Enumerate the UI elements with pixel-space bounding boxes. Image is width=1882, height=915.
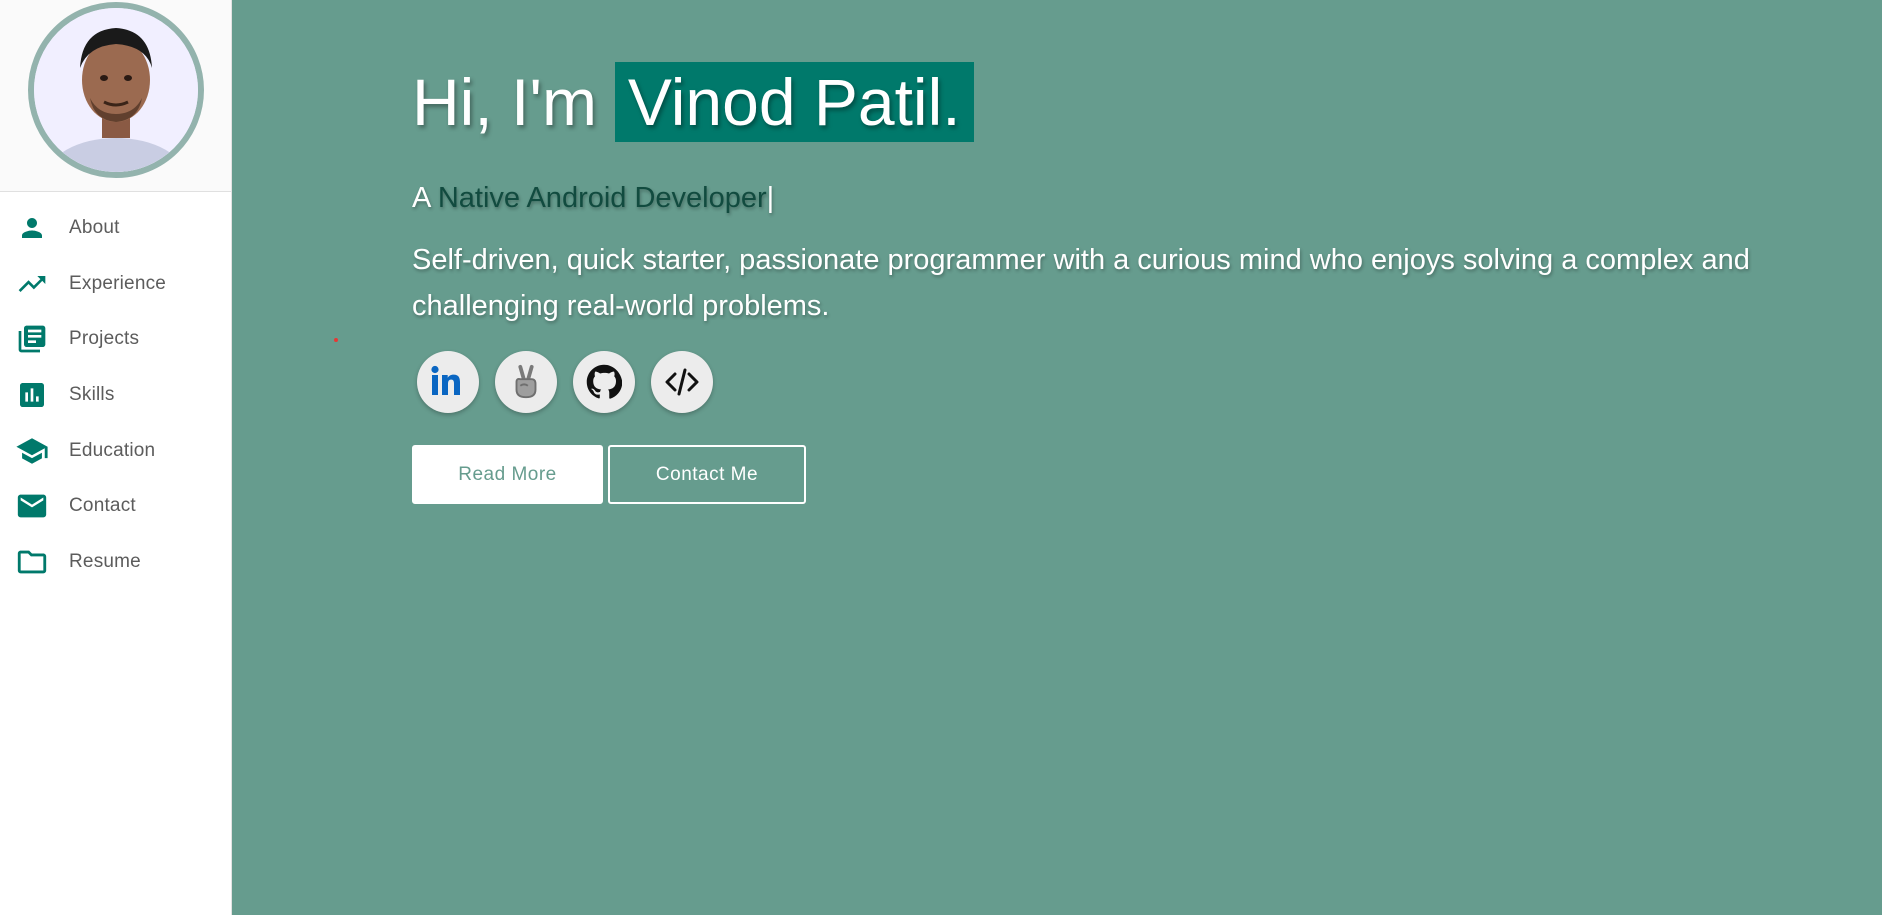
sidebar-nav: About Experience Projects Skills Educati… <box>0 192 231 590</box>
hero-name: Vinod Patil. <box>614 62 974 142</box>
social-links <box>412 351 1772 413</box>
sidebar-item-skills[interactable]: Skills <box>0 367 231 423</box>
sidebar-item-resume[interactable]: Resume <box>0 534 231 590</box>
folder-icon <box>14 544 50 580</box>
angellist-icon <box>515 364 537 399</box>
code-link[interactable] <box>651 351 713 413</box>
sidebar-item-contact[interactable]: Contact <box>0 478 231 534</box>
sidebar-item-label: Education <box>69 439 156 461</box>
sidebar-item-education[interactable]: Education <box>0 423 231 479</box>
sidebar: About Experience Projects Skills Educati… <box>0 0 232 915</box>
contact-me-button[interactable]: Contact Me <box>608 445 806 504</box>
stray-dot <box>334 338 338 342</box>
mail-icon <box>14 488 50 524</box>
typed-role: Native Android Developer <box>437 182 767 214</box>
hero-actions: Read More Contact Me <box>412 445 1772 504</box>
school-icon <box>14 433 50 469</box>
sidebar-item-label: Skills <box>69 383 115 405</box>
main-content: Hi, I'm Vinod Patil. A Native Android De… <box>232 0 1882 915</box>
avatar <box>27 2 204 178</box>
github-icon <box>586 364 622 399</box>
sidebar-item-about[interactable]: About <box>0 200 231 256</box>
github-link[interactable] <box>573 351 635 413</box>
person-icon <box>14 210 50 246</box>
hero-subtitle: A Native Android Developer| <box>412 182 1772 215</box>
bar-chart-icon <box>14 377 50 413</box>
linkedin-icon <box>431 365 460 395</box>
avatar-container <box>0 0 231 192</box>
read-more-button[interactable]: Read More <box>412 445 603 504</box>
code-icon <box>665 368 699 396</box>
hero-description: Self-driven, quick starter, passionate p… <box>412 244 1750 322</box>
sidebar-item-experience[interactable]: Experience <box>0 256 231 312</box>
sidebar-item-label: Contact <box>69 495 136 517</box>
sidebar-item-label: Experience <box>69 272 167 294</box>
angellist-link[interactable] <box>495 351 557 413</box>
hero-greeting: Hi, I'm <box>412 65 597 139</box>
subtitle-prefix: A <box>412 182 430 214</box>
sidebar-item-label: About <box>69 216 120 238</box>
avatar-portrait <box>33 8 198 172</box>
typing-cursor: | <box>766 182 775 214</box>
trending-up-icon <box>14 266 50 302</box>
hero-title: Hi, I'm Vinod Patil. <box>412 62 1772 142</box>
article-icon <box>14 321 50 357</box>
sidebar-item-label: Resume <box>69 550 141 572</box>
hero-section: Hi, I'm Vinod Patil. A Native Android De… <box>412 62 1772 504</box>
sidebar-item-projects[interactable]: Projects <box>0 311 231 367</box>
linkedin-link[interactable] <box>417 351 479 413</box>
sidebar-item-label: Projects <box>69 328 140 350</box>
